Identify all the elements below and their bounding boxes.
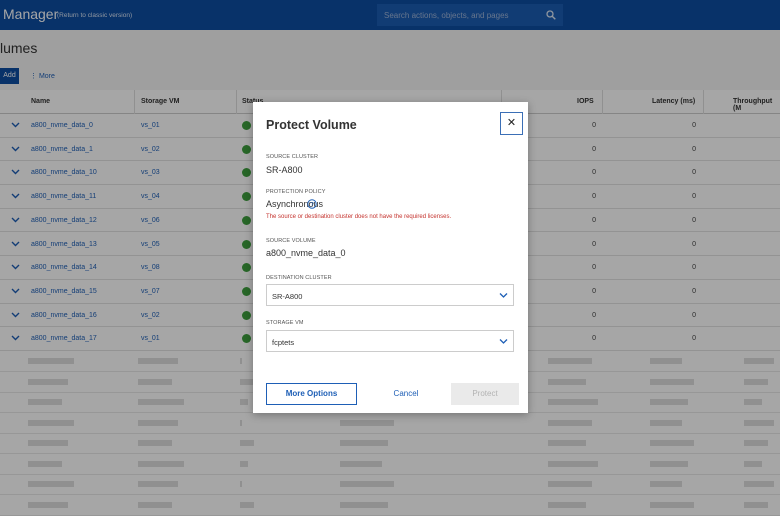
license-error-message: The source or destination cluster does n… bbox=[266, 214, 452, 220]
storage-vm-select[interactable]: fcptets bbox=[266, 330, 514, 352]
cancel-button[interactable]: Cancel bbox=[371, 383, 441, 405]
svg-text:?: ? bbox=[310, 201, 314, 208]
destination-cluster-label: DESTINATION CLUSTER bbox=[266, 275, 332, 281]
destination-cluster-value: SR-A800 bbox=[272, 292, 303, 301]
source-volume-label: SOURCE VOLUME bbox=[266, 238, 316, 244]
more-options-button[interactable]: More Options bbox=[266, 383, 357, 405]
source-cluster-label: SOURCE CLUSTER bbox=[266, 154, 319, 160]
destination-cluster-select[interactable]: SR-A800 bbox=[266, 284, 514, 306]
source-cluster-value: SR-A800 bbox=[266, 165, 303, 175]
source-volume-value: a800_nvme_data_0 bbox=[266, 248, 346, 258]
help-icon[interactable]: ? bbox=[307, 199, 317, 209]
chevron-down-icon bbox=[499, 339, 508, 344]
dialog-title: Protect Volume bbox=[266, 118, 357, 132]
storage-vm-value: fcptets bbox=[272, 338, 295, 347]
protection-policy-label: PROTECTION POLICY bbox=[266, 189, 326, 195]
close-icon[interactable]: ✕ bbox=[500, 112, 523, 135]
protect-button[interactable]: Protect bbox=[451, 383, 519, 405]
protect-volume-dialog: Protect Volume ✕ SOURCE CLUSTER SR-A800 … bbox=[253, 102, 528, 413]
storage-vm-label: STORAGE VM bbox=[266, 320, 304, 326]
chevron-down-icon bbox=[499, 293, 508, 298]
